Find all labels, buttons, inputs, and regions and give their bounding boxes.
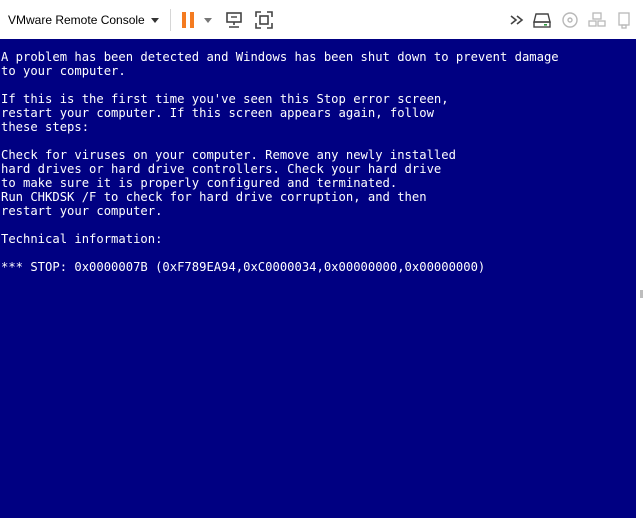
removable-devices-button[interactable] bbox=[530, 8, 554, 32]
vmrc-menu-label: VMware Remote Console bbox=[8, 13, 145, 27]
power-options-dropdown[interactable] bbox=[200, 8, 216, 32]
bsod-line: to make sure it is properly configured a… bbox=[1, 176, 398, 190]
fullscreen-icon bbox=[255, 11, 273, 29]
bsod-line: Check for viruses on your computer. Remo… bbox=[1, 148, 456, 162]
usb-icon bbox=[618, 12, 630, 29]
vmware-remote-console-window: VMware Remote Console A problem has been… bbox=[0, 0, 643, 522]
bsod-line: Technical information: bbox=[1, 232, 163, 246]
cd-dvd-button[interactable] bbox=[558, 8, 582, 32]
bsod-line: A problem has been detected and Windows … bbox=[1, 50, 559, 64]
forward-chevrons-icon bbox=[510, 15, 524, 25]
fullscreen-button[interactable] bbox=[252, 8, 276, 32]
send-ctrl-alt-del-button[interactable] bbox=[222, 8, 246, 32]
pause-icon bbox=[182, 12, 194, 28]
more-options-button[interactable] bbox=[505, 8, 529, 32]
vmrc-menu-button[interactable]: VMware Remote Console bbox=[8, 10, 159, 30]
bsod-line: If this is the first time you've seen th… bbox=[1, 92, 449, 106]
pause-button[interactable] bbox=[176, 8, 200, 32]
toolbar-divider bbox=[170, 9, 171, 31]
usb-button[interactable] bbox=[612, 8, 636, 32]
bsod-line: restart your computer. If this screen ap… bbox=[1, 106, 434, 120]
removable-devices-icon bbox=[533, 13, 551, 28]
bsod-line: restart your computer. bbox=[1, 204, 163, 218]
chevron-down-icon bbox=[150, 18, 159, 23]
bsod-line: to your computer. bbox=[1, 64, 126, 78]
send-ctrl-alt-del-icon bbox=[226, 12, 242, 28]
power-dropdown-icon bbox=[204, 18, 212, 23]
network-icon bbox=[588, 12, 606, 27]
bsod-line: Run CHKDSK /F to check for hard drive co… bbox=[1, 190, 427, 204]
network-button[interactable] bbox=[585, 8, 609, 32]
vm-console-screen[interactable]: A problem has been detected and Windows … bbox=[0, 39, 636, 518]
bsod-line: these steps: bbox=[1, 120, 90, 134]
window-edge bbox=[636, 39, 643, 518]
bsod-line: hard drives or hard drive controllers. C… bbox=[1, 162, 442, 176]
bsod-line: *** STOP: 0x0000007B (0xF789EA94,0xC0000… bbox=[1, 260, 486, 274]
cd-dvd-icon bbox=[562, 12, 578, 28]
toolbar: VMware Remote Console bbox=[0, 0, 643, 39]
stop-error-message: A problem has been detected and Windows … bbox=[1, 50, 559, 274]
